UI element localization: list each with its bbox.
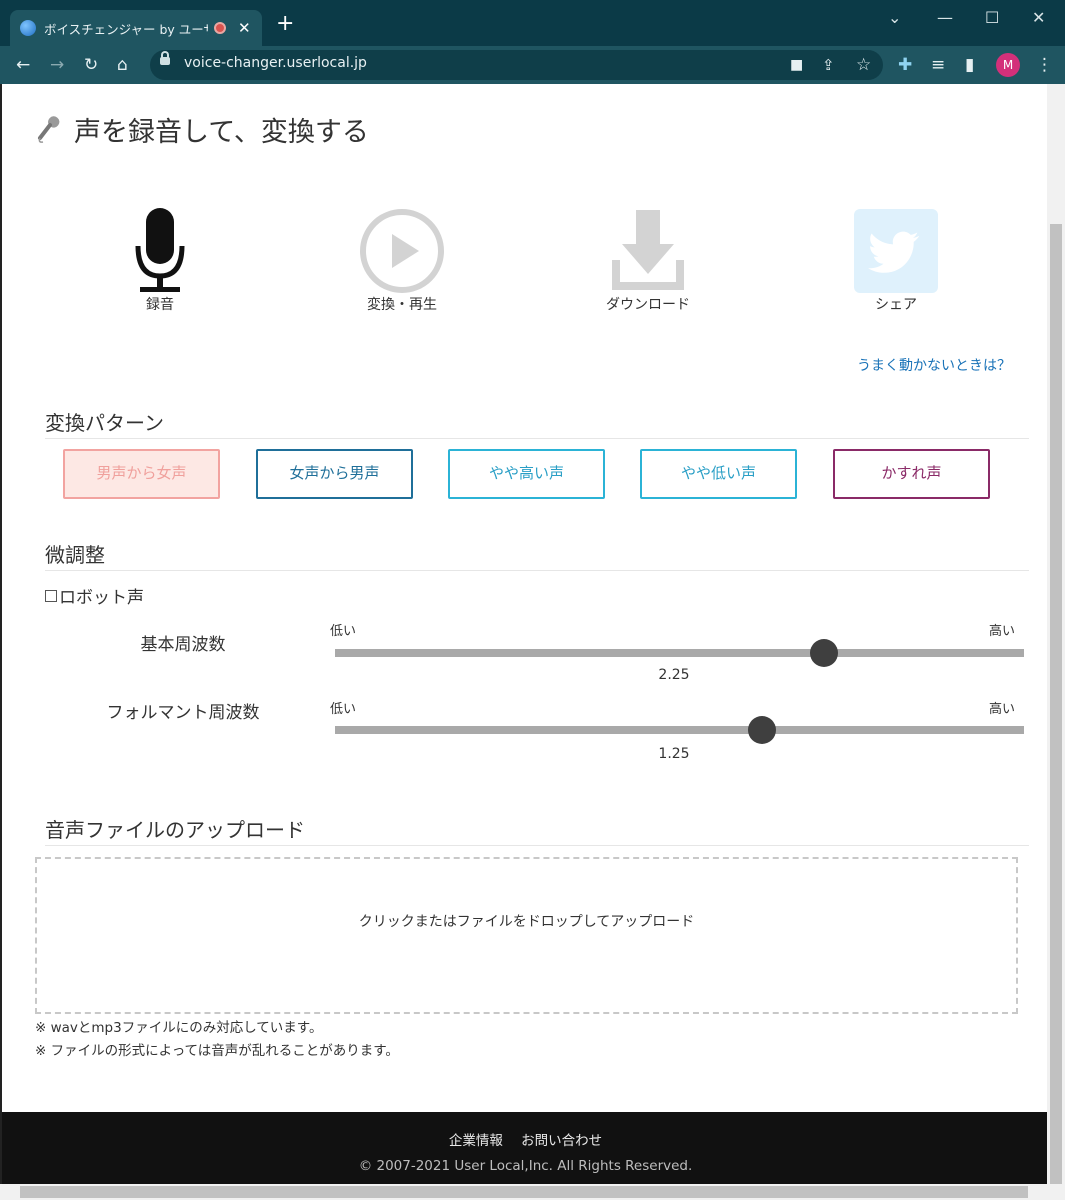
footer-link-contact[interactable]: お問い合わせ: [521, 1133, 602, 1149]
page-title: 声を録音して、変換する: [74, 117, 369, 148]
formant-high-label: 高い: [989, 702, 1016, 717]
vertical-scroll-thumb[interactable]: [1050, 224, 1062, 1200]
footer: 企業情報 お問い合わせ © 2007-2021 User Local,Inc. …: [2, 1112, 1049, 1184]
convert-play-label: 変換・再生: [367, 297, 437, 313]
pattern-button-slightly-high[interactable]: やや高い声: [448, 449, 605, 499]
lock-icon: [160, 51, 170, 65]
horizontal-scroll-thumb[interactable]: [20, 1186, 1028, 1198]
back-icon[interactable]: ←: [16, 55, 30, 75]
page-content: 声を録音して、変換する 録音 変換・再生 ダウンロード シェア うまく動かないと…: [0, 84, 1049, 1184]
share-icon[interactable]: ⇪: [822, 55, 835, 75]
footer-link-company[interactable]: 企業情報: [449, 1133, 503, 1149]
url-text[interactable]: voice-changer.userlocal.jp: [184, 55, 367, 71]
formant-slider-track[interactable]: [335, 716, 1024, 744]
formant-low-label: 低い: [330, 702, 357, 717]
pattern-section-title: 変換パターン: [45, 411, 164, 435]
browser-tab-bar: ボイスチェンジャー by ユーザーローカル ✕ + ⌄ — ☐ ✕: [0, 0, 1065, 46]
maximize-button[interactable]: ☐: [985, 8, 999, 27]
tab-title: ボイスチェンジャー by ユーザーローカル: [44, 21, 208, 37]
side-panel-icon[interactable]: ▮: [965, 55, 974, 75]
new-tab-button[interactable]: +: [276, 13, 294, 35]
favicon-icon: [20, 20, 36, 36]
minimize-button[interactable]: —: [937, 8, 953, 27]
pattern-button-slightly-low[interactable]: やや低い声: [640, 449, 797, 499]
recording-indicator-icon: [214, 22, 226, 34]
robot-voice-option[interactable]: ロボット声: [45, 583, 144, 608]
profile-avatar[interactable]: M: [996, 53, 1020, 77]
browser-toolbar: ← → ↻ ⌂ voice-changer.userlocal.jp ■ ⇪ ☆…: [0, 46, 1065, 84]
share-label: シェア: [875, 297, 917, 313]
microphone-icon: [135, 208, 185, 292]
pitch-high-label: 高い: [989, 624, 1016, 639]
pattern-button-male-to-female[interactable]: 男声から女声: [63, 449, 220, 499]
formant-slider-value: 1.25: [658, 746, 690, 762]
extensions-icon[interactable]: ✚: [898, 55, 912, 75]
upload-note-format: ※ wavとmp3ファイルにのみ対応しています。: [35, 1020, 323, 1036]
pitch-slider-thumb[interactable]: [810, 639, 839, 667]
action-bar: 録音 変換・再生 ダウンロード シェア: [2, 204, 1049, 314]
upload-note-quality: ※ ファイルの形式によっては音声が乱れることがあります。: [35, 1043, 399, 1059]
menu-icon[interactable]: ⋮: [1036, 55, 1053, 75]
forward-icon[interactable]: →: [50, 55, 64, 75]
pitch-low-label: 低い: [330, 624, 357, 639]
browser-tab[interactable]: ボイスチェンジャー by ユーザーローカル ✕: [10, 10, 262, 46]
reload-icon[interactable]: ↻: [84, 55, 98, 75]
formant-slider-label: フォルマント周波数: [106, 703, 260, 723]
tuning-divider: [45, 570, 1029, 571]
tab-close-icon[interactable]: ✕: [238, 19, 251, 37]
download-label: ダウンロード: [606, 297, 690, 313]
vertical-scrollbar[interactable]: [1047, 84, 1065, 1200]
robot-voice-label: ロボット声: [59, 588, 144, 608]
download-button[interactable]: ダウンロード: [578, 208, 718, 314]
dropzone-text: クリックまたはファイルをドロップしてアップロード: [358, 914, 695, 930]
home-icon[interactable]: ⌂: [117, 55, 128, 75]
microphone-emoji-icon: [38, 116, 60, 143]
copyright: © 2007-2021 User Local,Inc. All Rights R…: [358, 1158, 693, 1174]
help-link[interactable]: うまく動かないときは？: [857, 355, 1011, 375]
robot-voice-checkbox[interactable]: [45, 589, 57, 602]
pitch-slider-value: 2.25: [658, 667, 690, 683]
upload-section-title: 音声ファイルのアップロード: [45, 818, 305, 842]
play-icon: [360, 209, 444, 293]
convert-play-button[interactable]: 変換・再生: [332, 208, 472, 314]
pitch-slider-track[interactable]: [335, 639, 1024, 667]
share-button[interactable]: シェア: [826, 208, 966, 314]
camera-icon[interactable]: ■: [790, 55, 803, 75]
pattern-button-female-to-male[interactable]: 女声から男声: [256, 449, 413, 499]
tab-search-icon[interactable]: ⌄: [888, 8, 901, 27]
media-icon[interactable]: ≡: [931, 55, 945, 75]
download-icon: [612, 210, 684, 290]
pattern-divider: [45, 438, 1029, 439]
pattern-button-hoarse[interactable]: かすれ声: [833, 449, 990, 499]
tuning-section-title: 微調整: [45, 543, 105, 567]
upload-divider: [45, 845, 1029, 846]
close-window-button[interactable]: ✕: [1032, 8, 1045, 27]
record-label: 録音: [146, 297, 174, 313]
record-button[interactable]: 録音: [90, 208, 230, 314]
pitch-slider-label: 基本周波数: [140, 635, 226, 655]
file-dropzone[interactable]: クリックまたはファイルをドロップしてアップロード: [35, 857, 1018, 1014]
twitter-icon: [854, 209, 938, 293]
bookmark-star-icon[interactable]: ☆: [856, 55, 871, 75]
formant-slider-thumb[interactable]: [748, 716, 777, 744]
footer-links: 企業情報 お問い合わせ: [2, 1129, 1049, 1149]
horizontal-scrollbar[interactable]: [0, 1184, 1065, 1200]
